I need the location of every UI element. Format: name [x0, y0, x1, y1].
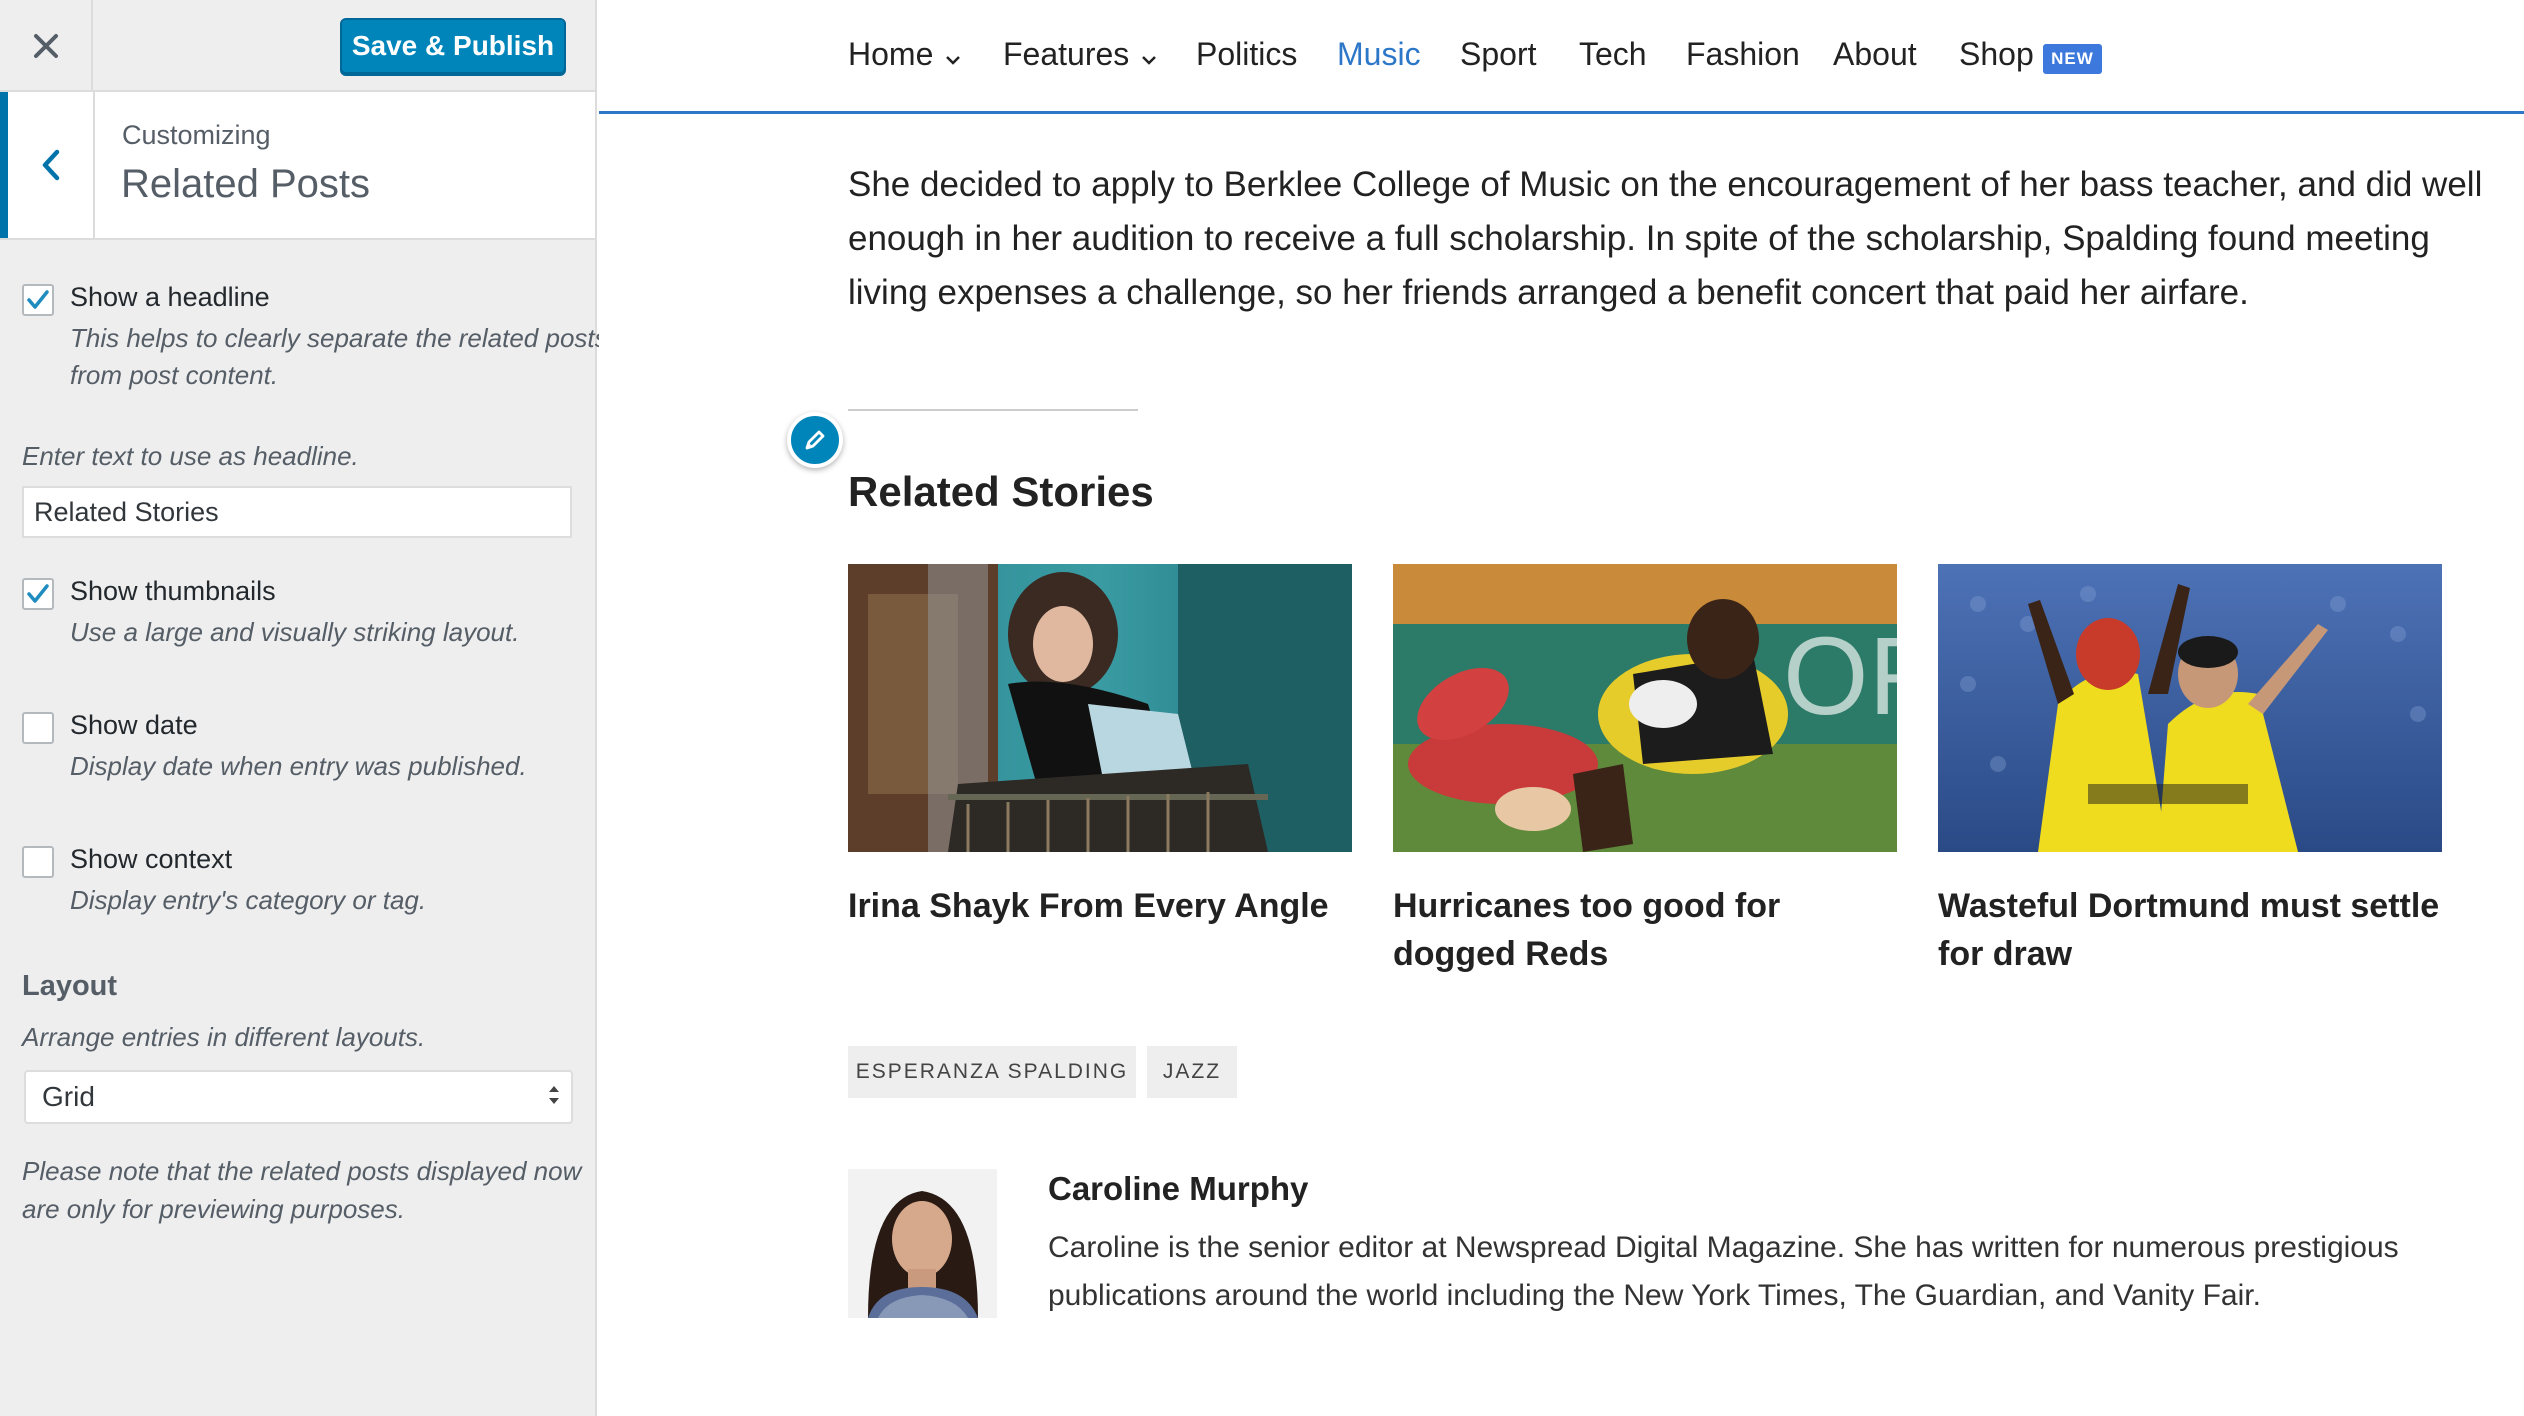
- show-headline-checkbox[interactable]: [22, 284, 54, 316]
- layout-title: Layout: [22, 970, 118, 1002]
- related-thumbnail[interactable]: [1938, 564, 2442, 852]
- related-thumbnail[interactable]: OR: [1393, 564, 1897, 852]
- show-thumbnails-checkbox[interactable]: [22, 578, 54, 610]
- customizer-header: Save & Publish: [0, 0, 595, 92]
- back-button[interactable]: [0, 92, 95, 238]
- nav-item-label: Home: [848, 36, 934, 72]
- show-thumbnails-label: Show thumbnails: [70, 576, 276, 606]
- nav-item-label: Music: [1337, 36, 1421, 72]
- customizer-sidebar: Save & Publish Customizing Related Posts…: [0, 0, 608, 1416]
- related-card-title[interactable]: Wasteful Dortmund must settle for draw: [1938, 882, 2442, 978]
- author-avatar: [848, 1169, 997, 1318]
- show-date-description: Display date when entry was published.: [70, 751, 527, 781]
- tag-chip[interactable]: JAZZ: [1147, 1046, 1237, 1098]
- section-header: Customizing Related Posts: [0, 92, 595, 240]
- close-icon: [33, 34, 58, 58]
- nav-item-shop[interactable]: Shop: [1959, 36, 2034, 73]
- related-card-title[interactable]: Irina Shayk From Every Angle: [848, 882, 1352, 930]
- nav-item-label: Fashion: [1686, 36, 1800, 72]
- headline-text-input[interactable]: [22, 486, 572, 538]
- edit-shortcut-button[interactable]: [787, 412, 843, 468]
- article-paragraph: She decided to apply to Berklee College …: [848, 165, 2483, 312]
- svg-text:OR: OR: [1783, 615, 1897, 738]
- nav-item-label: Features: [1003, 36, 1130, 72]
- show-context-checkbox[interactable]: [22, 846, 54, 878]
- section-divider: [848, 409, 1138, 411]
- author-name[interactable]: Caroline Murphy: [1048, 1170, 1308, 1208]
- select-arrows-icon: [547, 1082, 561, 1108]
- nav-item-tech[interactable]: Tech: [1579, 36, 1647, 73]
- nav-item-home[interactable]: Home: [848, 36, 961, 73]
- checkmark-icon: [27, 584, 49, 603]
- nav-item-label: About: [1833, 36, 1917, 72]
- chevron-left-icon: [42, 149, 59, 181]
- layout-select-value: Grid: [42, 1081, 95, 1112]
- show-date-label: Show date: [70, 710, 198, 740]
- nav-item-label: Tech: [1579, 36, 1647, 72]
- show-headline-label: Show a headline: [70, 282, 270, 312]
- save-publish-button[interactable]: Save & Publish: [340, 18, 566, 74]
- nav-item-label: Shop: [1959, 36, 2034, 72]
- section-title: Related Posts: [121, 162, 371, 206]
- author-bio: Caroline is the senior editor at Newspre…: [1048, 1231, 2399, 1312]
- pencil-icon: [805, 430, 825, 450]
- show-thumbnails-description: Use a large and visually striking layout…: [70, 617, 520, 647]
- nav-item-label: Politics: [1196, 36, 1298, 72]
- preview-note: Please note that the related posts displ…: [22, 1156, 582, 1224]
- related-thumbnail[interactable]: [848, 564, 1352, 852]
- related-stories-heading: Related Stories: [848, 468, 1154, 515]
- main-navigation: Home Features Politics Music Sport Tech …: [599, 0, 2524, 114]
- nav-item-music[interactable]: Music: [1337, 36, 1421, 73]
- nav-item-about[interactable]: About: [1833, 36, 1917, 73]
- chevron-down-icon: [1141, 36, 1157, 73]
- related-card[interactable]: Wasteful Dortmund must settle for draw: [1938, 564, 2442, 978]
- show-headline-description: This helps to clearly separate the relat…: [70, 323, 608, 390]
- tag-chip[interactable]: ESPERANZA SPALDING: [848, 1046, 1136, 1098]
- related-card-title[interactable]: Hurricanes too good for dogged Reds: [1393, 882, 1897, 978]
- nav-item-label: Sport: [1460, 36, 1537, 72]
- close-customizer-button[interactable]: [0, 0, 93, 92]
- headline-field-label: Enter text to use as headline.: [22, 441, 359, 471]
- related-card[interactable]: OR Hurricanes too good for dogged Reds: [1393, 564, 1897, 978]
- nav-item-features[interactable]: Features: [1003, 36, 1157, 73]
- show-context-label: Show context: [70, 844, 233, 874]
- layout-description: Arrange entries in different layouts.: [22, 1022, 426, 1052]
- show-date-checkbox[interactable]: [22, 712, 54, 744]
- show-context-description: Display entry's category or tag.: [70, 885, 427, 915]
- nav-item-politics[interactable]: Politics: [1196, 36, 1297, 73]
- layout-select[interactable]: Grid: [24, 1070, 573, 1124]
- related-card[interactable]: Irina Shayk From Every Angle: [848, 564, 1352, 930]
- checkmark-icon: [27, 290, 49, 309]
- site-preview: Home Features Politics Music Sport Tech …: [599, 0, 2524, 1416]
- nav-item-fashion[interactable]: Fashion: [1686, 36, 1800, 73]
- breadcrumb: Customizing: [122, 120, 271, 150]
- new-badge: NEW: [2043, 44, 2102, 74]
- chevron-down-icon: [945, 36, 961, 73]
- nav-item-sport[interactable]: Sport: [1460, 36, 1536, 73]
